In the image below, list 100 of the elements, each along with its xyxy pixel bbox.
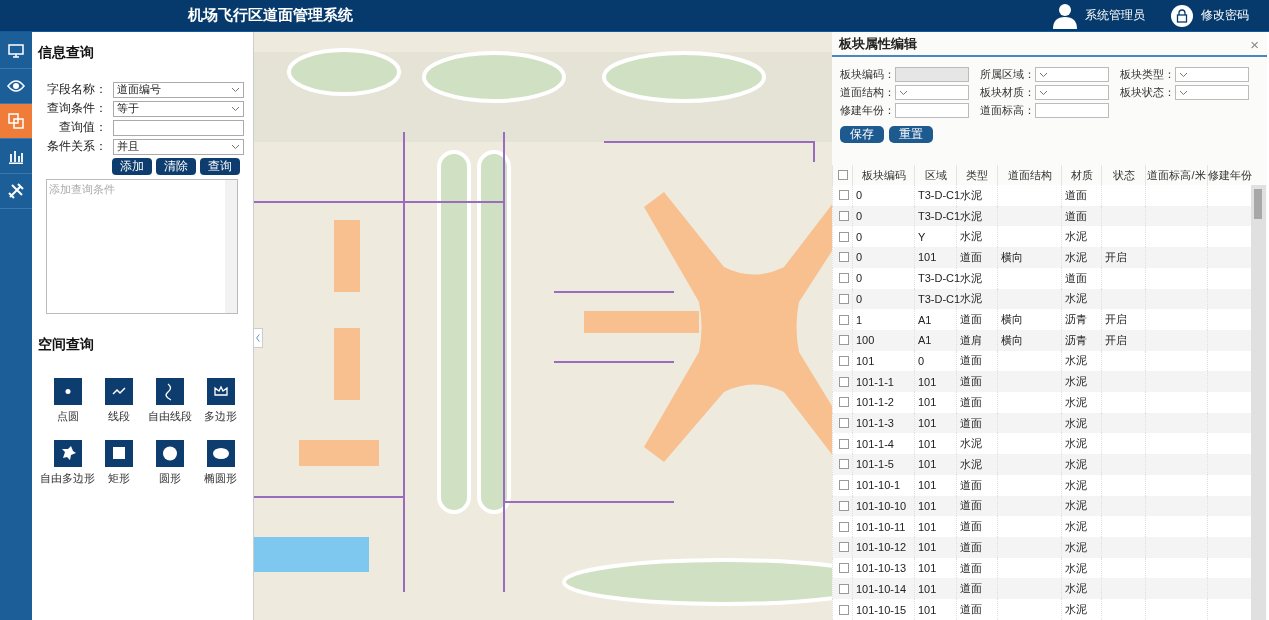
table-cell: 水泥: [1065, 499, 1087, 512]
dropdown[interactable]: [1035, 85, 1109, 100]
polygon-icon[interactable]: [206, 378, 235, 405]
dropdown[interactable]: 道面编号: [113, 81, 244, 98]
dropdown[interactable]: [1035, 67, 1109, 82]
close-button[interactable]: ×: [1250, 35, 1259, 53]
point-icon[interactable]: [53, 378, 82, 405]
checkbox[interactable]: [839, 459, 849, 470]
dropdown[interactable]: [1175, 85, 1249, 100]
table-cell: T3-D-C1: [918, 272, 961, 285]
collapse-handle[interactable]: [254, 328, 263, 348]
checkbox[interactable]: [839, 563, 849, 573]
input-field[interactable]: [1035, 103, 1109, 118]
checkbox[interactable]: [839, 252, 849, 263]
form-button[interactable]: 保存: [840, 126, 884, 143]
table-cell: 101: [918, 562, 937, 574]
table-cell: 101: [918, 479, 937, 492]
checkbox[interactable]: [839, 314, 849, 325]
sidebar-tab[interactable]: [0, 104, 32, 139]
lock-icon[interactable]: [1171, 4, 1193, 27]
form-button[interactable]: 重置: [889, 126, 933, 143]
scrollbar[interactable]: [225, 180, 237, 313]
table-cell: 101: [856, 354, 875, 367]
table-cell: 水泥: [960, 458, 982, 470]
table-cell: T3-D-C1: [918, 292, 961, 305]
tool-label: 点圆: [56, 409, 79, 424]
checkbox[interactable]: [839, 273, 849, 284]
table-cell: 101: [918, 396, 937, 409]
field-label: 条件关系：: [46, 138, 107, 155]
curve-icon[interactable]: [155, 378, 184, 405]
checkbox[interactable]: [839, 376, 849, 387]
checkbox[interactable]: [837, 170, 848, 180]
monitor-icon: [8, 44, 24, 58]
query-button[interactable]: 查询: [200, 158, 240, 175]
polyline-icon[interactable]: [104, 378, 133, 405]
checkbox[interactable]: [839, 397, 849, 408]
checkbox[interactable]: [839, 293, 849, 304]
checkbox[interactable]: [839, 355, 849, 366]
table-cell: 101-1-2: [856, 396, 894, 409]
table-cell: 101: [918, 417, 937, 430]
tool-label: 自由线段: [147, 409, 192, 424]
field-label: 修建年份：: [840, 103, 895, 118]
star-shape-icon[interactable]: [53, 440, 82, 467]
caret-icon: [1039, 89, 1048, 96]
checkbox[interactable]: [839, 480, 849, 491]
checkbox[interactable]: [839, 438, 849, 449]
table-cell: 101: [918, 458, 937, 471]
query-button[interactable]: 清除: [156, 158, 196, 175]
table-cell: 水泥: [1065, 375, 1087, 388]
dropdown[interactable]: [1175, 67, 1249, 82]
checkbox[interactable]: [839, 521, 849, 532]
table-cell: 沥青: [1065, 333, 1087, 346]
caret-icon: [231, 86, 240, 93]
checkbox[interactable]: [839, 211, 849, 222]
dropdown[interactable]: 等于: [113, 100, 244, 117]
table-cell: 横向: [1001, 313, 1023, 326]
table-cell: 道面: [1065, 209, 1087, 222]
table-cell: 101-10-1: [856, 479, 901, 492]
checkbox[interactable]: [839, 500, 849, 511]
table-cell: 水泥: [1065, 292, 1087, 305]
app-title: 机场飞行区道面管理系统: [188, 6, 353, 25]
table-cell: 水泥: [960, 292, 982, 305]
table-cell: 开启: [1105, 313, 1127, 326]
dropdown[interactable]: [895, 85, 969, 100]
table-cell: T3-D-C1: [918, 210, 961, 223]
checkbox[interactable]: [839, 190, 849, 201]
field-label: 板块材质：: [980, 85, 1035, 100]
table-cell: 100: [856, 334, 875, 347]
table-cell: 0: [918, 354, 925, 367]
table-cell: 水泥: [960, 209, 982, 222]
bar-chart-icon: [8, 148, 24, 164]
tool-label: 自由多边形: [40, 471, 95, 486]
input-field[interactable]: [113, 119, 244, 136]
checkbox[interactable]: [839, 418, 849, 429]
table-cell: 水泥: [1065, 395, 1087, 408]
table-cell: 101-1-4: [856, 437, 894, 450]
field-label: 板块类型：: [1120, 67, 1175, 82]
tool-label: 矩形: [107, 471, 130, 486]
table-cell: 水泥: [1065, 416, 1087, 429]
table-cell: 道面: [960, 540, 982, 553]
user-name: 系统管理员: [1085, 7, 1145, 24]
checkbox[interactable]: [839, 335, 849, 346]
table-cell: 101-10-11: [856, 520, 906, 533]
query-button[interactable]: 添加: [112, 158, 152, 175]
table-cell: 道面: [960, 603, 982, 616]
rectangle-icon[interactable]: [104, 440, 133, 467]
table-cell: 水泥: [1065, 230, 1087, 243]
table-cell: 101: [918, 375, 937, 388]
field-label: 查询值：: [58, 119, 107, 136]
change-password-link[interactable]: 修改密码: [1201, 7, 1249, 24]
table-cell: A1: [918, 334, 932, 347]
checkbox[interactable]: [839, 604, 849, 615]
table-cell: 0: [856, 272, 863, 285]
checkbox[interactable]: [839, 583, 849, 594]
input-field[interactable]: [895, 103, 969, 118]
checkbox[interactable]: [839, 542, 849, 553]
dropdown[interactable]: 并且: [113, 138, 244, 155]
checkbox[interactable]: [839, 231, 849, 242]
table-cell: 开启: [1105, 250, 1127, 263]
table-cell: Y: [918, 230, 926, 243]
